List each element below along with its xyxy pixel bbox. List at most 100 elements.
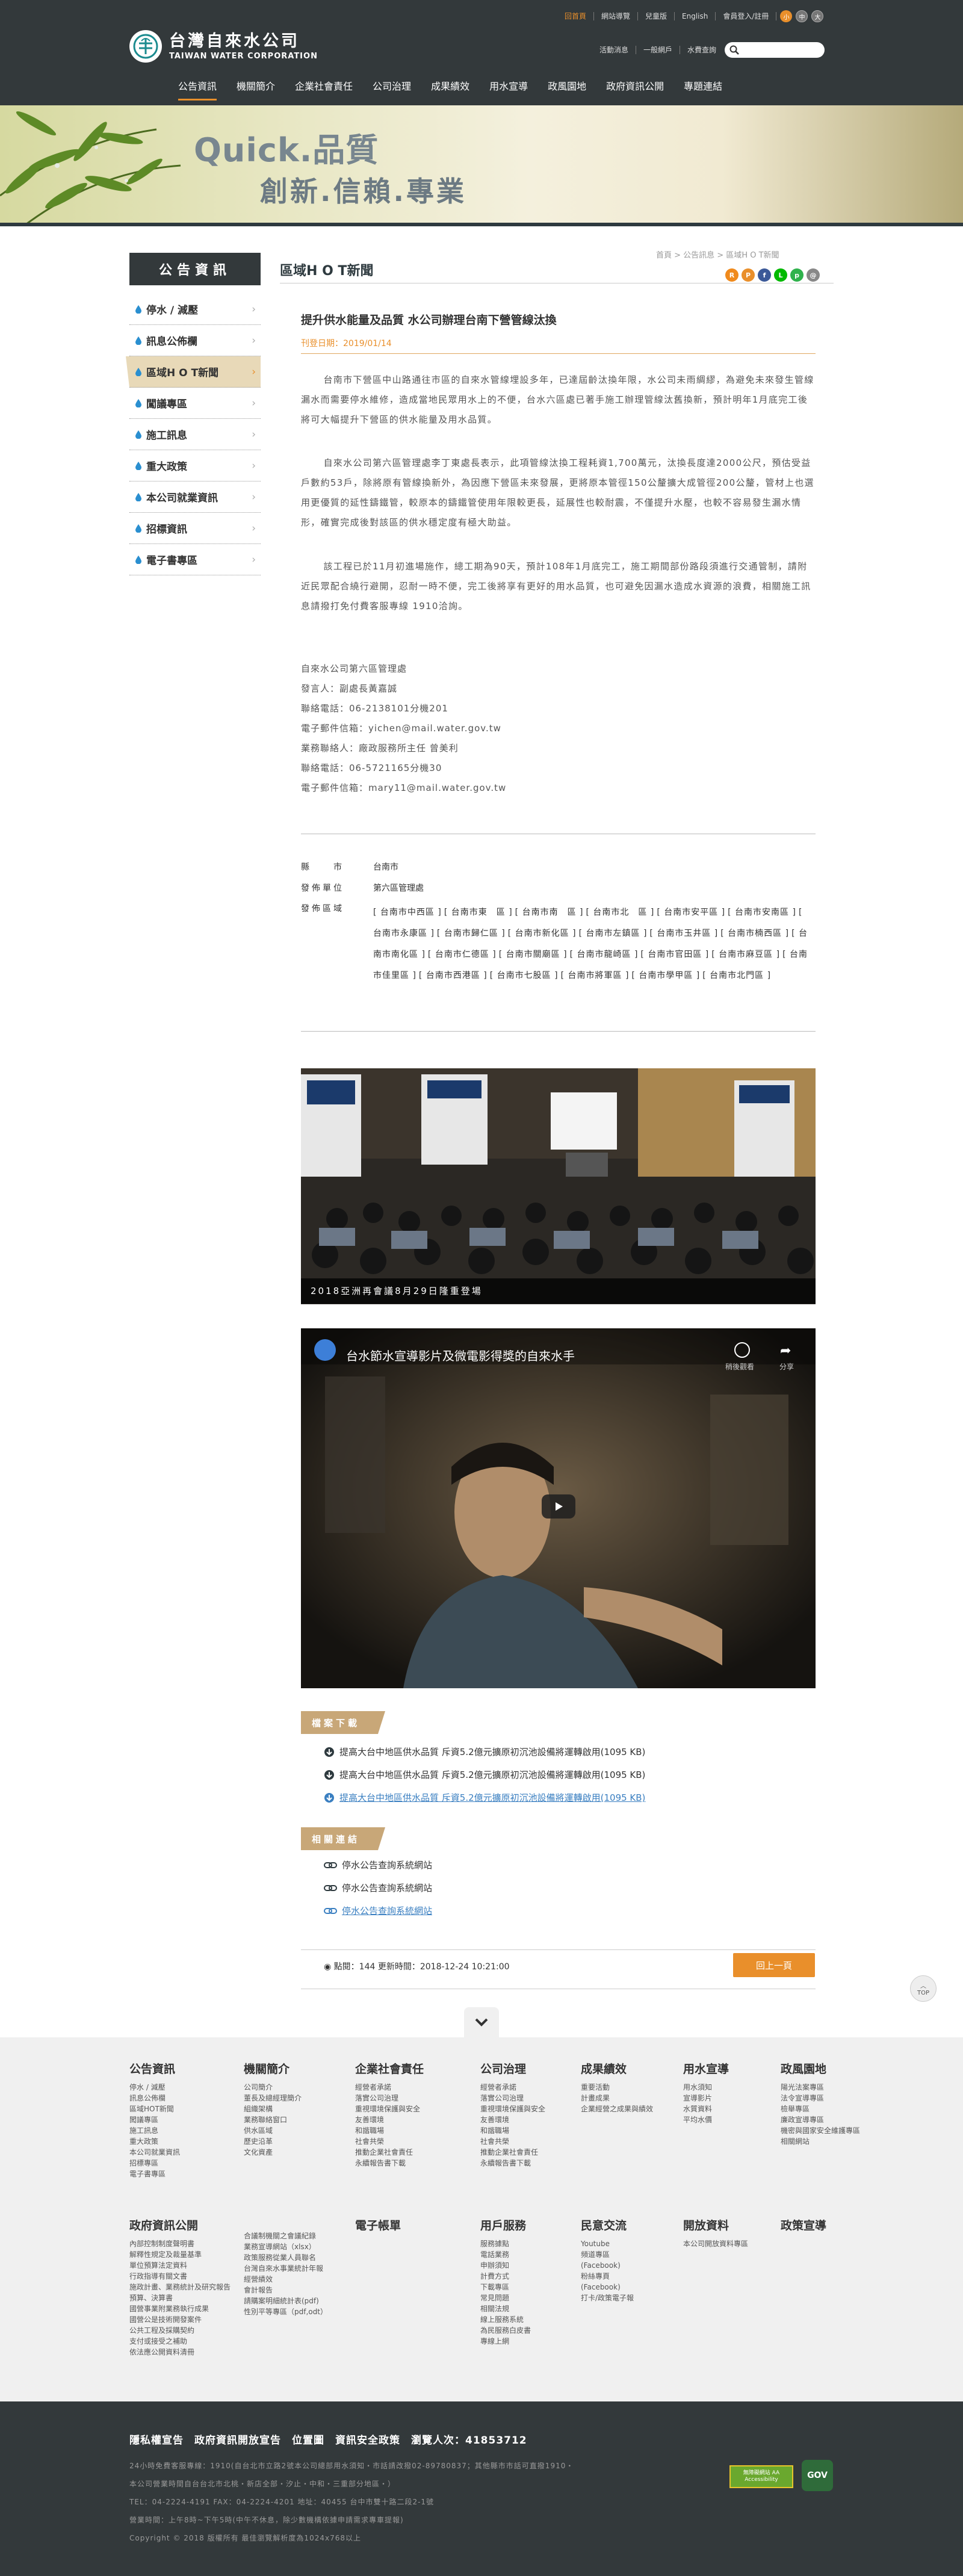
sitemap-link[interactable]: 檢舉專區 bbox=[781, 2104, 860, 2114]
video-title[interactable]: 台水節水宣導影片及微電影得獎的自來水手 bbox=[346, 1346, 575, 1364]
sitemap-link[interactable]: 頻道專區 bbox=[581, 2250, 634, 2259]
sitemap-link[interactable]: 經營者承諾 bbox=[480, 2082, 545, 2092]
sitemap-link[interactable]: 國營公是技術開發案件 bbox=[129, 2315, 231, 2324]
download-label[interactable]: 提高大台中地區供水品質 斥資5.2億元擴原初沉池設備將運轉啟用(1095 KB) bbox=[339, 1745, 645, 1758]
sitemap-link[interactable]: 公司簡介 bbox=[244, 2082, 302, 2092]
sitemap-heading[interactable]: 政策宣導 bbox=[781, 2220, 826, 2232]
sitemap-heading[interactable]: 公告資訊 bbox=[129, 2064, 180, 2075]
nav-gov-info[interactable]: 政府資訊公開 bbox=[606, 78, 664, 101]
font-medium-button[interactable]: 中 bbox=[796, 10, 808, 22]
sitemap-heading[interactable]: 政風園地 bbox=[781, 2064, 860, 2075]
sitemap-link[interactable]: 會計報告 bbox=[244, 2285, 327, 2295]
sitemap-link[interactable]: 線上服務系統 bbox=[480, 2315, 531, 2324]
sitemap-link[interactable]: 文化資產 bbox=[244, 2147, 302, 2157]
sitemap-link[interactable]: 電子書專區 bbox=[129, 2169, 180, 2179]
sitemap-heading[interactable]: 成果績效 bbox=[581, 2064, 653, 2075]
sitemap-link[interactable]: 停水 / 減壓 bbox=[129, 2082, 180, 2092]
download-link[interactable]: 提高大台中地區供水品質 斥資5.2億元擴原初沉池設備將運轉啟用(1095 KB) bbox=[324, 1745, 645, 1758]
sidebar-item[interactable]: 訊息公佈欄 › bbox=[129, 325, 261, 356]
nav-ethics[interactable]: 政風園地 bbox=[548, 78, 586, 101]
sitemap-link[interactable]: 相關網站 bbox=[781, 2137, 860, 2146]
related-link-label[interactable]: 停水公告查詢系統網站 bbox=[342, 1859, 432, 1871]
sitemap-link[interactable]: Youtube bbox=[581, 2239, 634, 2249]
sitemap-link[interactable]: 訊息公佈欄 bbox=[129, 2093, 180, 2103]
sitemap-link[interactable]: 友善環境 bbox=[480, 2115, 545, 2125]
play-button[interactable] bbox=[542, 1494, 575, 1519]
sitemap-link[interactable]: 網站導覽 bbox=[594, 12, 639, 20]
sitemap-heading[interactable]: 機關簡介 bbox=[244, 2064, 302, 2075]
sitemap-link[interactable]: 和諧職場 bbox=[480, 2126, 545, 2135]
home-link[interactable]: 回首頁 bbox=[557, 12, 595, 20]
sitemap-link[interactable]: 社會共榮 bbox=[480, 2137, 545, 2146]
sitemap-link[interactable]: 落實公司治理 bbox=[480, 2093, 545, 2103]
sitemap-link[interactable]: 永續報告書下載 bbox=[355, 2158, 424, 2168]
sitemap-link[interactable]: 預算、決算書 bbox=[129, 2293, 231, 2303]
sitemap-link[interactable]: 友善環境 bbox=[355, 2115, 424, 2125]
accessibility-badge[interactable]: 無障礙網站 AA Accessibility bbox=[729, 2465, 793, 2488]
sitemap-link[interactable]: 平均水價 bbox=[683, 2115, 729, 2125]
sitemap-link[interactable]: 廉政宣導專區 bbox=[781, 2115, 860, 2125]
sitemap-link[interactable]: 董長及總經理簡介 bbox=[244, 2093, 302, 2103]
kids-link[interactable]: 兒童版 bbox=[638, 12, 675, 20]
sitemap-link[interactable]: 經營者承諾 bbox=[355, 2082, 424, 2092]
sitemap-link[interactable]: (Facebook) bbox=[581, 2261, 634, 2270]
sitemap-link[interactable]: 推動企業社會責任 bbox=[480, 2147, 545, 2157]
sitemap-link[interactable]: 行政指導有關文書 bbox=[129, 2271, 231, 2281]
sitemap-link[interactable]: 重大政策 bbox=[129, 2137, 180, 2146]
sitemap-link[interactable]: 專線上網 bbox=[480, 2336, 531, 2346]
sitemap-link[interactable]: 本公司就業資訊 bbox=[129, 2147, 180, 2157]
sidebar-item[interactable]: 電子書專區 › bbox=[129, 544, 261, 575]
sitemap-link[interactable]: 打卡/政策電子報 bbox=[581, 2293, 634, 2303]
nav-announcements[interactable]: 公告資訊 bbox=[178, 78, 217, 101]
sitemap-heading[interactable]: 電子帳單 bbox=[355, 2220, 401, 2232]
sitemap-link[interactable]: 公共工程及採購契約 bbox=[129, 2326, 231, 2335]
sitemap-link[interactable]: 單位預算法定資料 bbox=[129, 2261, 231, 2270]
nav-performance[interactable]: 成果績效 bbox=[431, 78, 469, 101]
sitemap-link[interactable]: 闖議專區 bbox=[129, 2115, 180, 2125]
nav-csr[interactable]: 企業社會責任 bbox=[295, 78, 353, 101]
sitemap-link[interactable]: 內部控制制度聲明書 bbox=[129, 2239, 231, 2249]
sitemap-link[interactable]: 社會共榮 bbox=[355, 2137, 424, 2146]
sitemap-link[interactable]: 用水須知 bbox=[683, 2082, 729, 2092]
sitemap-link[interactable]: 施政計畫、業務統計及研究報告 bbox=[129, 2282, 231, 2292]
general-user-link[interactable]: 一般網戶 bbox=[636, 46, 681, 54]
sitemap-link[interactable]: 常見問題 bbox=[480, 2293, 531, 2303]
back-to-top-button[interactable]: ︿ TOP bbox=[910, 1975, 937, 2002]
sitemap-link[interactable]: 重視環境保護與安全 bbox=[480, 2104, 545, 2114]
facebook-icon[interactable]: f bbox=[758, 268, 771, 282]
search-icon[interactable] bbox=[729, 45, 739, 55]
sitemap-link[interactable]: 招標專區 bbox=[129, 2158, 180, 2168]
related-link-label[interactable]: 停水公告查詢系統網站 bbox=[342, 1904, 432, 1917]
sitemap-link[interactable]: 機密與國家安全維護專區 bbox=[781, 2126, 860, 2135]
sitemap-link[interactable]: 水質資料 bbox=[683, 2104, 729, 2114]
sitemap-link[interactable]: 宣導影片 bbox=[683, 2093, 729, 2103]
sitemap-toggle[interactable] bbox=[464, 2007, 499, 2037]
related-link-label[interactable]: 停水公告查詢系統網站 bbox=[342, 1881, 432, 1894]
sitemap-link[interactable]: 申辦須知 bbox=[480, 2261, 531, 2270]
sitemap-heading[interactable]: 民意交流 bbox=[581, 2220, 634, 2232]
download-link[interactable]: 提高大台中地區供水品質 斥資5.2億元擴原初沉池設備將運轉啟用(1095 KB) bbox=[324, 1768, 645, 1781]
sitemap-link[interactable]: 陽光法案專區 bbox=[781, 2082, 860, 2092]
sitemap-heading[interactable]: 用水宣導 bbox=[683, 2064, 729, 2075]
sitemap-link[interactable]: 依法應公開資料清冊 bbox=[129, 2347, 231, 2357]
sitemap-heading[interactable]: 政府資訊公開 bbox=[129, 2220, 231, 2232]
sitemap-heading[interactable]: 企業社會責任 bbox=[355, 2064, 424, 2075]
sitemap-link[interactable]: 國營事業附業務執行成果 bbox=[129, 2304, 231, 2314]
sitemap-link[interactable]: (Facebook) bbox=[581, 2282, 634, 2292]
sitemap-link[interactable]: 下載專區 bbox=[480, 2282, 531, 2292]
sidebar-item[interactable]: 施工訊息 › bbox=[129, 419, 261, 450]
sitemap-link[interactable]: 永續報告書下載 bbox=[480, 2158, 545, 2168]
related-link[interactable]: 停水公告查詢系統網站 bbox=[324, 1859, 432, 1871]
sitemap-link[interactable]: 區域HOT新聞 bbox=[129, 2104, 180, 2114]
sitemap-link[interactable]: 粉絲專頁 bbox=[581, 2271, 634, 2281]
sitemap-link[interactable]: 電話業務 bbox=[480, 2250, 531, 2259]
sitemap-link[interactable]: 業務聯絡窗口 bbox=[244, 2115, 302, 2125]
download-link[interactable]: 提高大台中地區供水品質 斥資5.2億元擴原初沉池設備將運轉啟用(1095 KB) bbox=[324, 1791, 645, 1804]
sidebar-item[interactable]: 闖議專區 › bbox=[129, 388, 261, 419]
print-icon[interactable]: P bbox=[742, 268, 755, 282]
sitemap-link[interactable]: 台灣自來水事業統計年報 bbox=[244, 2264, 327, 2273]
sidebar-item[interactable]: 重大政策 › bbox=[129, 450, 261, 481]
sitemap-link[interactable]: 為民服務白皮書 bbox=[480, 2326, 531, 2335]
nav-governance[interactable]: 公司治理 bbox=[373, 78, 411, 101]
sitemap-link[interactable]: 合議制機關之會議紀錄 bbox=[244, 2231, 327, 2241]
